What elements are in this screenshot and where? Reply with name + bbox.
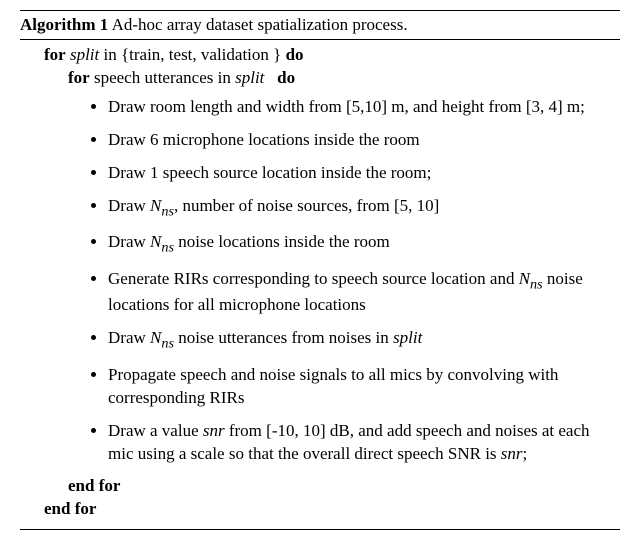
steps-list: Draw room length and width from [5,10] m… — [20, 96, 620, 466]
algorithm-body: for split in {train, test, validation } … — [20, 40, 620, 529]
algorithm-title-line: Algorithm 1 Ad-hoc array dataset spatial… — [20, 11, 620, 39]
var-sub: ns — [161, 240, 174, 256]
for-inner-var: split — [235, 68, 264, 87]
var-sub: ns — [530, 276, 543, 292]
var-snr: snr — [203, 421, 225, 440]
step-text: noise locations inside the room — [174, 232, 390, 251]
step-text: Draw — [108, 328, 150, 347]
step-text: Draw room length and width from [5,10] m… — [108, 97, 585, 116]
step-text: Draw 1 speech source location inside the… — [108, 163, 431, 182]
step-text: Draw — [108, 232, 150, 251]
step-item: Draw 6 microphone locations inside the r… — [108, 129, 620, 152]
step-text: Draw a value — [108, 421, 203, 440]
bottom-rule — [20, 529, 620, 530]
algorithm-number: Algorithm 1 — [20, 15, 108, 34]
algorithm-title: Ad-hoc array dataset spatialization proc… — [112, 15, 408, 34]
step-item: Generate RIRs corresponding to speech so… — [108, 268, 620, 317]
step-item: Draw Nns noise utterances from noises in… — [108, 327, 620, 354]
do-keyword: do — [286, 45, 304, 64]
var-N: N — [150, 328, 161, 347]
step-item: Draw Nns noise locations inside the room — [108, 231, 620, 258]
for-range: in {train, test, validation } — [104, 45, 286, 64]
for-inner-text: speech utterances in — [94, 68, 235, 87]
for-var: split — [70, 45, 99, 64]
step-item: Draw room length and width from [5,10] m… — [108, 96, 620, 119]
step-text: ; — [523, 444, 528, 463]
step-item: Propagate speech and noise signals to al… — [108, 364, 620, 410]
for-keyword: for — [68, 68, 90, 87]
step-text: noise utterances from noises in — [174, 328, 393, 347]
var-split: split — [393, 328, 422, 347]
step-item: Draw Nns, number of noise sources, from … — [108, 195, 620, 222]
step-text: Generate RIRs corresponding to speech so… — [108, 269, 519, 288]
step-text: Draw — [108, 196, 150, 215]
var-N: N — [150, 196, 161, 215]
for-outer: for split in {train, test, validation } … — [20, 44, 620, 67]
for-inner: for speech utterances in split do — [20, 67, 620, 90]
step-text: , number of noise sources, from [5, 10] — [174, 196, 439, 215]
step-item: Draw a value snr from [-10, 10] dB, and … — [108, 420, 620, 466]
step-text: Draw 6 microphone locations inside the r… — [108, 130, 420, 149]
var-N: N — [519, 269, 530, 288]
var-N: N — [150, 232, 161, 251]
endfor-keyword: end for — [44, 499, 96, 518]
endfor-keyword: end for — [68, 476, 120, 495]
var-sub: ns — [161, 203, 174, 219]
endfor-inner: end for — [20, 475, 620, 498]
var-snr: snr — [501, 444, 523, 463]
algorithm-block: Algorithm 1 Ad-hoc array dataset spatial… — [20, 10, 620, 530]
endfor-outer: end for — [20, 498, 620, 521]
for-keyword: for — [44, 45, 66, 64]
var-sub: ns — [161, 336, 174, 352]
step-item: Draw 1 speech source location inside the… — [108, 162, 620, 185]
do-keyword: do — [277, 68, 295, 87]
step-text: Propagate speech and noise signals to al… — [108, 365, 558, 407]
